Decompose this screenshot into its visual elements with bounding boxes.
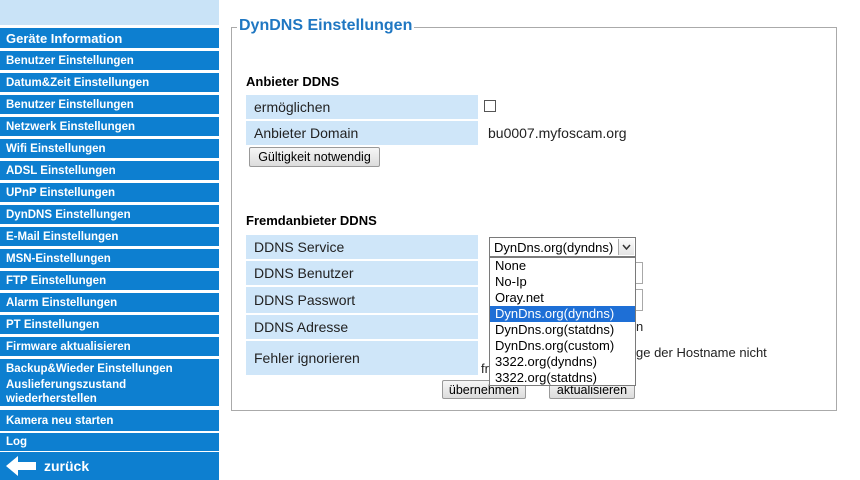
ddns-address-partial: n (636, 319, 644, 334)
dropdown-option-3322-dyndns[interactable]: 3322.org(dyndns) (490, 354, 635, 370)
provider-domain-label: Anbieter Domain (246, 121, 478, 145)
nav-item-upnp-settings[interactable]: UPnP Einstellungen (0, 183, 219, 202)
nav-item-adsl-settings[interactable]: ADSL Einstellungen (0, 161, 219, 180)
nav-item-device-info[interactable]: Geräte Information (0, 28, 219, 48)
nav-item-user-settings-2[interactable]: Benutzer Einstellungen (0, 95, 219, 114)
validity-button[interactable]: Gültigkeit notwendig (249, 147, 380, 167)
nav-item-msn-settings[interactable]: MSN-Einstellungen (0, 249, 219, 268)
nav-item-alarm-settings[interactable]: Alarm Einstellungen (0, 293, 219, 312)
nav-item-factory-reset[interactable]: Auslieferungszustand wiederherstellen (0, 378, 219, 406)
nav-item-dyndns-settings[interactable]: DynDNS Einstellungen (0, 205, 219, 224)
sidebar: Geräte Information Benutzer Einstellunge… (0, 0, 219, 480)
ddns-service-dropdown[interactable]: None No-Ip Oray.net DynDns.org(dyndns) D… (489, 257, 636, 386)
dropdown-option-dyndns-statdns[interactable]: DynDns.org(statdns) (490, 322, 635, 338)
page-title: DynDNS Einstellungen (237, 17, 415, 35)
dropdown-option-dyndns-dyndns[interactable]: DynDns.org(dyndns) (490, 306, 635, 322)
nav-item-reboot-camera[interactable]: Kamera neu starten (0, 410, 219, 431)
nav-item-datetime-settings[interactable]: Datum&Zeit Einstellungen (0, 73, 219, 92)
back-arrow-icon (6, 456, 36, 476)
dropdown-option-oray[interactable]: Oray.net (490, 290, 635, 306)
nav-item-ftp-settings[interactable]: FTP Einstellungen (0, 271, 219, 290)
nav-item-user-settings[interactable]: Benutzer Einstellungen (0, 51, 219, 70)
dropdown-option-noip[interactable]: No-Ip (490, 274, 635, 290)
enable-label: ermöglichen (246, 95, 478, 119)
dropdown-option-3322-statdns[interactable]: 3322.org(statdns) (490, 370, 635, 386)
ddns-service-selected: DynDns.org(dyndns) (494, 239, 614, 255)
back-button[interactable]: zurück (0, 452, 219, 480)
ignore-errors-label: Fehler ignorieren (246, 341, 478, 375)
ddns-user-label: DDNS Benutzer (246, 261, 478, 285)
enable-checkbox[interactable] (484, 100, 496, 112)
nav-item-log[interactable]: Log (0, 433, 219, 451)
provider-ddns-title: Anbieter DDNS (246, 74, 340, 89)
nav-item-email-settings[interactable]: E-Mail Einstellungen (0, 227, 219, 246)
third-party-ddns-title: Fremdanbieter DDNS (246, 213, 377, 228)
ignore-errors-text: ge der Hostname nicht (636, 345, 767, 360)
nav-item-firmware-update[interactable]: Firmware aktualisieren (0, 337, 219, 356)
ddns-service-select[interactable]: DynDns.org(dyndns) (489, 237, 636, 257)
ddns-password-label: DDNS Passwort (246, 287, 478, 313)
ddns-service-label: DDNS Service (246, 235, 478, 259)
nav-item-wifi-settings[interactable]: Wifi Einstellungen (0, 139, 219, 158)
chevron-down-icon[interactable] (618, 239, 634, 255)
sidebar-header-strip (0, 0, 219, 25)
dropdown-option-none[interactable]: None (490, 258, 635, 274)
dropdown-option-dyndns-custom[interactable]: DynDns.org(custom) (490, 338, 635, 354)
back-label: zurück (44, 458, 90, 474)
nav-item-pt-settings[interactable]: PT Einstellungen (0, 315, 219, 334)
provider-domain-value: bu0007.myfoscam.org (488, 125, 627, 141)
nav-item-network-settings[interactable]: Netzwerk Einstellungen (0, 117, 219, 136)
ddns-address-label: DDNS Adresse (246, 315, 478, 339)
nav-item-backup-restore[interactable]: Backup&Wieder Einstellungen (0, 359, 219, 378)
